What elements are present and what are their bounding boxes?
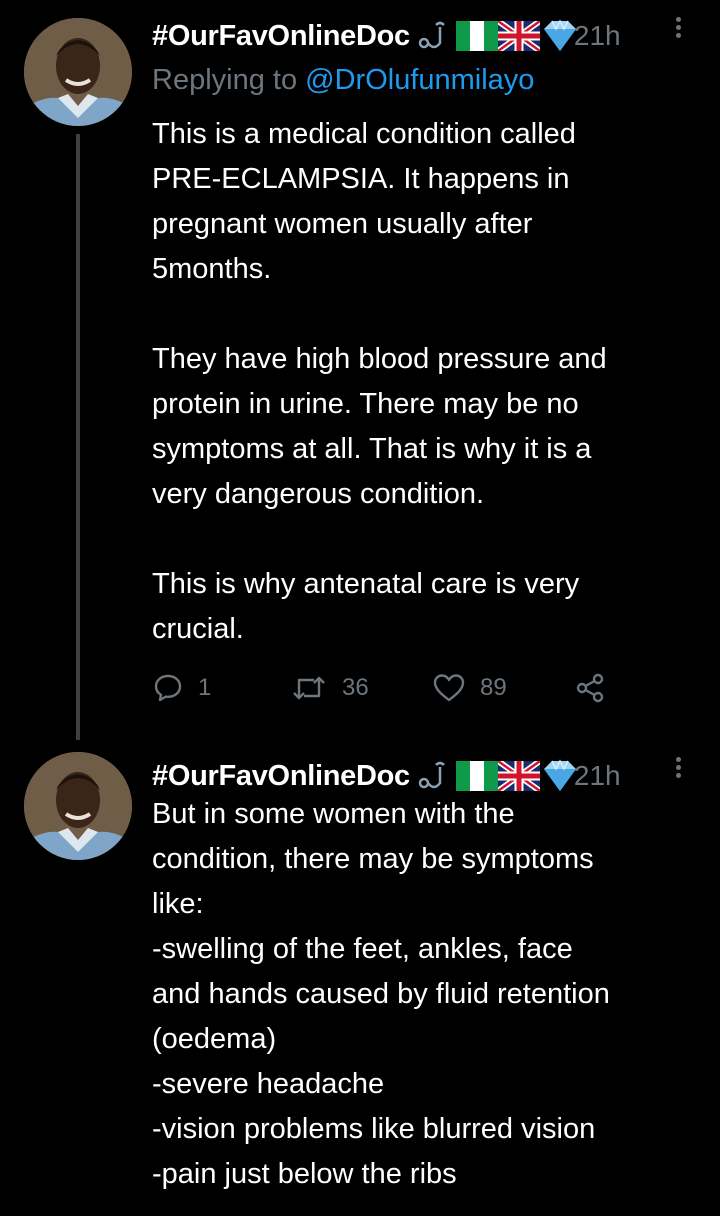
like-button[interactable]: 89 — [432, 668, 574, 708]
replying-to-label: Replying to — [152, 64, 306, 96]
more-options-icon[interactable] — [668, 14, 688, 42]
name-emojis — [416, 759, 580, 793]
name-emojis — [416, 19, 580, 53]
heart-icon — [433, 674, 465, 702]
tweet-time[interactable]: 21h — [574, 20, 621, 52]
author-name[interactable]: #OurFavOnlineDoc — [152, 20, 410, 53]
tweet[interactable]: #OurFavOnlineDoc — [0, 0, 720, 740]
avatar[interactable] — [24, 752, 132, 860]
retweet-button[interactable]: 36 — [290, 668, 432, 708]
thread-line — [76, 134, 80, 740]
reply-icon — [154, 674, 182, 702]
stethoscope-icon — [418, 761, 445, 789]
tweet-actions: 1 36 89 — [152, 668, 614, 708]
avatar-image — [24, 18, 132, 126]
uk-flag-icon — [497, 21, 540, 51]
nigeria-flag-icon — [455, 761, 498, 791]
reply-button[interactable]: 1 — [152, 668, 290, 708]
stethoscope-icon — [418, 21, 445, 49]
like-count: 89 — [480, 674, 507, 701]
tweet-text: This is a medical condition called PRE-E… — [152, 118, 607, 645]
nigeria-flag-icon — [455, 21, 498, 51]
uk-flag-icon — [497, 761, 540, 791]
avatar[interactable] — [24, 18, 132, 126]
tweet[interactable]: #OurFavOnlineDoc — [0, 740, 720, 1216]
replying-to: Replying to @DrOlufunmilayo — [152, 64, 534, 97]
retweet-icon — [293, 676, 325, 700]
share-icon — [576, 673, 604, 703]
tweet-text: But in some women with the condition, th… — [152, 798, 610, 1190]
author-name[interactable]: #OurFavOnlineDoc — [152, 760, 410, 793]
avatar-image — [24, 752, 132, 860]
more-options-icon[interactable] — [668, 754, 688, 782]
share-button[interactable] — [574, 668, 614, 708]
reply-handle-link[interactable]: @DrOlufunmilayo — [305, 64, 534, 96]
retweet-count: 36 — [342, 674, 369, 701]
reply-count: 1 — [198, 674, 212, 701]
tweet-time[interactable]: 21h — [574, 760, 621, 792]
tweet-header: #OurFavOnlineDoc 21h — [152, 12, 720, 60]
